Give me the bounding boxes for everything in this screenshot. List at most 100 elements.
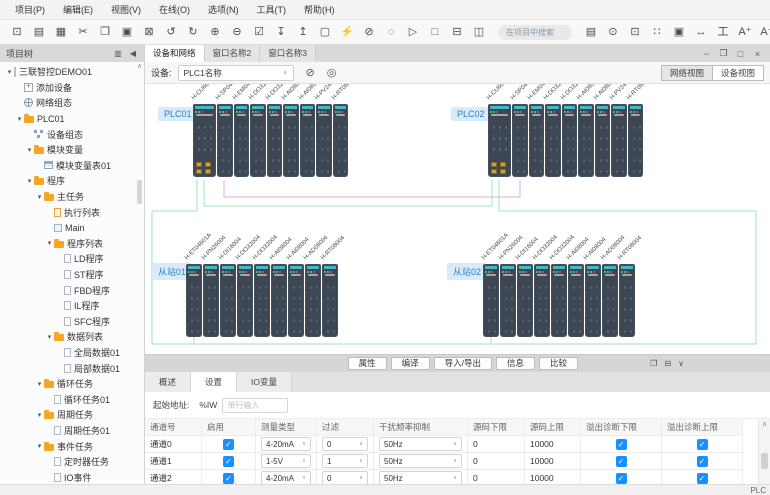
module-PLC01-8[interactable] [333,104,349,177]
tab-设备和网络[interactable]: 设备和网络 [145,45,205,62]
expander-icon[interactable]: ▾ [45,239,54,247]
tree-item-14[interactable]: FBD程序 [0,282,144,298]
monitor-icon[interactable]: ▢ [314,21,336,43]
split-vertical-icon[interactable]: ◫ [468,21,490,43]
range-type-select[interactable]: 1-5V∨ [261,454,311,468]
tree-item-13[interactable]: ST程序 [0,267,144,283]
module-从站01-6[interactable] [288,264,304,337]
menu-item-3[interactable]: 在线(O) [150,0,199,20]
inspector-button-信息[interactable]: 信息 [496,357,535,370]
module-从站02-2[interactable] [517,264,533,337]
upload-from-plc-icon[interactable]: ↥ [292,21,314,43]
inspector-button-导入/导出[interactable]: 导入/导出 [434,357,492,370]
range-type-select[interactable]: 4-20mA∨ [261,437,311,451]
tree-item-5[interactable]: ▾模块变量 [0,142,144,158]
view-button-设备视图[interactable]: 设备视图 [713,65,764,81]
module-从站02-1[interactable] [500,264,516,337]
module-PLC02-8[interactable] [628,104,644,177]
tree-item-6[interactable]: 模块变量表01 [0,158,144,174]
menu-item-4[interactable]: 选项(N) [199,0,248,20]
module-PLC01-2[interactable] [234,104,250,177]
print-icon[interactable]: ▤ [580,21,602,43]
module-从站02-0[interactable] [483,264,499,337]
code-high-cell[interactable]: 10000 [525,470,581,484]
maximize-button[interactable]: □ [732,49,749,59]
code-low-cell[interactable]: 0 [468,470,525,484]
enable-checkbox[interactable]: ✓ [223,456,234,467]
overflow-low-checkbox[interactable]: ✓ [616,456,627,467]
inspector-tab-设置[interactable]: 设置 [191,372,237,392]
go-offline-icon[interactable]: ⊘ [358,21,380,43]
tree-item-4[interactable]: 设备组态 [0,126,144,142]
module-从站01-8[interactable] [322,264,338,337]
tree-item-17[interactable]: ▾数据列表 [0,329,144,345]
code-low-cell[interactable]: 0 [468,453,525,469]
find-replace-icon[interactable]: ◌ [380,21,402,43]
module-从站02-5[interactable] [568,264,584,337]
module-PLC02-4[interactable] [562,104,578,177]
module-PLC01-7[interactable] [316,104,332,177]
freq-suppress-select[interactable]: 50Hz∨ [379,454,462,468]
inspector-button-编译[interactable]: 编译 [391,357,430,370]
tree-item-16[interactable]: SFC程序 [0,314,144,330]
tree-item-20[interactable]: ▾循环任务 [0,376,144,392]
tree-scroll-thumb[interactable] [137,180,142,204]
tree-item-1[interactable]: 添加设备 [0,80,144,96]
module-PLC02-1[interactable] [512,104,528,177]
code-high-cell[interactable]: 10000 [525,436,581,452]
undo-icon[interactable]: ↺ [160,21,182,43]
tree-item-26[interactable]: IO事件 [0,469,144,484]
module-从站01-5[interactable] [271,264,287,337]
enable-checkbox[interactable]: ✓ [223,473,234,484]
split-horizontal-icon[interactable]: ⊟ [446,21,468,43]
module-PLC01-6[interactable] [300,104,316,177]
rack-label-从站02[interactable]: 从站02 [447,263,487,280]
close-button[interactable]: × [749,49,766,59]
new-file-icon[interactable]: ⊡ [6,21,28,43]
open-project-icon[interactable]: ▤ [28,21,50,43]
stop-icon[interactable]: □ [424,21,446,43]
tree-item-10[interactable]: Main [0,220,144,236]
module-从站02-6[interactable] [585,264,601,337]
device-select[interactable]: PLC1名称 ∨ [178,65,294,81]
range-type-select[interactable]: 4-20mA∨ [261,471,311,484]
tree-item-9[interactable]: 执行列表 [0,204,144,220]
filter-select[interactable]: 0∨ [322,437,368,451]
expander-icon[interactable]: ▾ [35,411,44,419]
restore-button[interactable]: ❐ [715,48,732,59]
zoom-out-icon[interactable]: ⊖ [226,21,248,43]
tree-item-11[interactable]: ▾程序列表 [0,236,144,252]
table-scrollbar[interactable]: ∧ [758,419,770,484]
tree-item-2[interactable]: 网络组态 [0,95,144,111]
tree-item-15[interactable]: IL程序 [0,298,144,314]
start-address-input[interactable] [222,398,288,413]
code-low-cell[interactable]: 0 [468,436,525,452]
tree-scrollbar[interactable]: ∧ [135,62,144,484]
paste-icon[interactable]: ▣ [116,21,138,43]
search-input[interactable] [498,25,572,40]
module-PLC02-3[interactable] [545,104,561,177]
zoom-in-icon[interactable]: ⊕ [204,21,226,43]
menu-item-0[interactable]: 项目(P) [6,0,54,20]
module-PLC02-6[interactable] [595,104,611,177]
tree-item-18[interactable]: 全局数据01 [0,345,144,361]
module-从站02-8[interactable] [619,264,635,337]
tree-item-25[interactable]: 定时器任务 [0,454,144,470]
syntax-check-icon[interactable]: ⊙ [602,21,624,43]
font-increase-icon[interactable]: A⁺ [734,21,756,43]
tree-item-7[interactable]: ▾程序 [0,173,144,189]
tree-item-21[interactable]: 循环任务01 [0,391,144,407]
module-从站01-4[interactable] [254,264,270,337]
fit-height-icon[interactable]: 工 [712,21,734,43]
run-icon[interactable]: ▷ [402,21,424,43]
tree-item-19[interactable]: 局部数据01 [0,360,144,376]
overflow-low-checkbox[interactable]: ✓ [616,439,627,450]
module-PLC01-0[interactable] [193,104,216,177]
view-button-网络视图[interactable]: 网络视图 [661,65,713,81]
redo-icon[interactable]: ↻ [182,21,204,43]
menu-item-2[interactable]: 视图(V) [102,0,150,20]
collapse-panel-icon[interactable]: ⊟ [664,359,671,368]
expander-icon[interactable]: ▾ [25,146,34,154]
inspector-tab-IO变量[interactable]: IO变量 [237,372,292,392]
module-从站02-3[interactable] [534,264,550,337]
